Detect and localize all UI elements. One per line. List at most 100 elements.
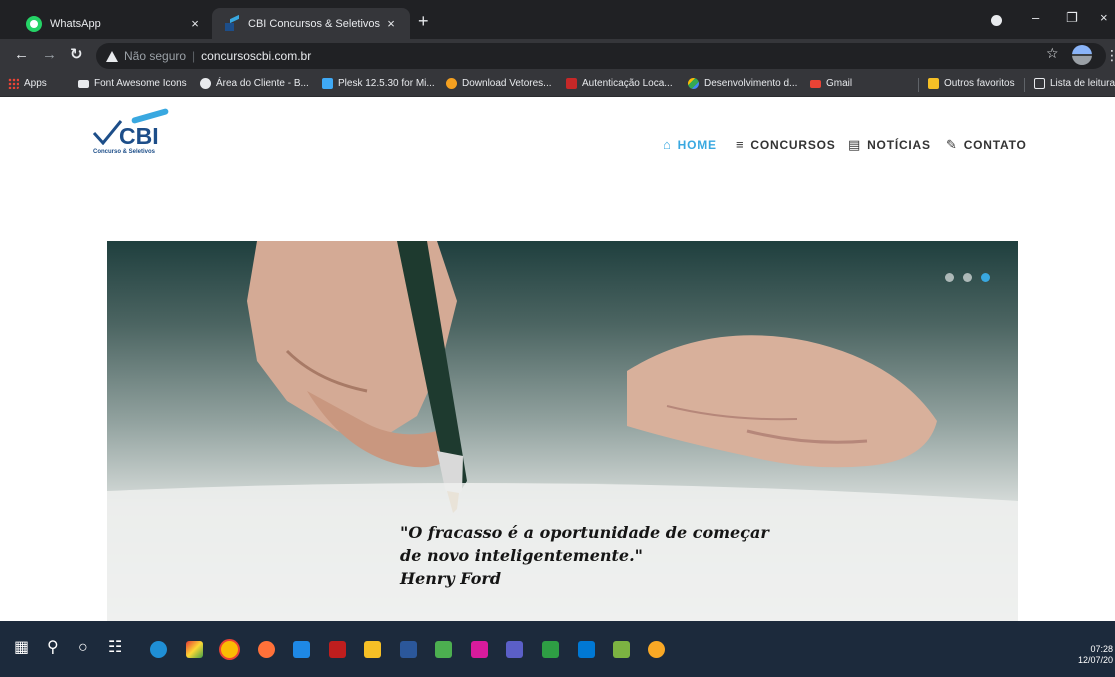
nav-label: NOTÍCIAS [867, 138, 931, 152]
filezilla-icon[interactable] [329, 641, 346, 658]
clock-time: 07:28 [1090, 644, 1113, 654]
vscode-icon[interactable] [578, 641, 595, 658]
quote-line: "O fracasso é a oportunidade de começar [400, 523, 769, 542]
firefox-icon[interactable] [258, 641, 275, 658]
paint-icon[interactable] [186, 641, 203, 658]
close-tab-icon[interactable]: × [188, 16, 202, 31]
bookmark-gmail[interactable]: Gmail [810, 78, 852, 89]
bookmark-apps[interactable]: Apps [8, 78, 47, 89]
bookmarks-bar: Apps Font Awesome Icons Área do Cliente … [0, 73, 1115, 97]
system-clock[interactable]: 07:28 12/07/20 [1078, 644, 1113, 666]
flag-icon [78, 79, 89, 88]
nav-label: CONTATO [963, 138, 1027, 152]
notepad-plus-icon[interactable] [542, 641, 559, 658]
freepik-icon [446, 78, 457, 89]
layers-icon: ≡ [736, 137, 745, 152]
close-tab-icon[interactable]: × [384, 16, 398, 31]
forward-icon[interactable]: → [42, 47, 57, 63]
bookmark-label: Plesk 12.5.30 for Mi... [338, 78, 435, 89]
new-tab-button[interactable]: + [418, 12, 429, 30]
pen-icon [130, 107, 170, 125]
bookmark-label: Autenticação Loca... [582, 78, 673, 89]
search-icon[interactable]: ⚲ [47, 639, 59, 657]
bookmark-autenticacao[interactable]: Autenticação Loca... [566, 78, 673, 89]
bookmark-outros-favoritos[interactable]: Outros favoritos [928, 78, 1015, 89]
edge-icon[interactable] [150, 641, 167, 658]
nav-contato[interactable]: ✎ CONTATO [946, 137, 1027, 153]
bookmark-lista-leitura[interactable]: Lista de leitura [1034, 78, 1115, 89]
tab-search-icon[interactable] [991, 15, 1002, 26]
bookmark-font-awesome[interactable]: Font Awesome Icons [78, 78, 187, 89]
back-icon[interactable]: ← [14, 47, 29, 63]
nav-concursos[interactable]: ≡ CONCURSOS [736, 137, 836, 152]
bookmark-label: Outros favoritos [944, 78, 1015, 89]
restore-icon[interactable]: ❐ [1066, 10, 1078, 26]
task-view-icon[interactable]: ☷ [108, 639, 122, 657]
slider-quote: "O fracasso é a oportunidade de começar … [400, 521, 820, 590]
minimize-icon[interactable]: – [1032, 10, 1039, 25]
url-text[interactable]: concursoscbi.com.br [201, 49, 311, 63]
profile-avatar[interactable] [1072, 45, 1092, 65]
editor-icon[interactable] [613, 641, 630, 658]
menu-kebab-icon[interactable]: ⋮ [1105, 47, 1115, 64]
bookmark-label: Download Vetores... [462, 78, 552, 89]
tab-title: WhatsApp [50, 17, 101, 30]
windows-start-icon[interactable]: ▦ [14, 639, 29, 657]
apps-grid-icon [8, 78, 19, 89]
bookmarks-divider [918, 78, 919, 92]
close-window-icon[interactable]: × [1100, 10, 1108, 25]
nav-label: CONCURSOS [750, 137, 836, 152]
site-logo[interactable]: CBI Concurso & Seletivos [93, 105, 183, 157]
tab-whatsapp[interactable]: WhatsApp × [14, 8, 214, 39]
bookmark-label: Desenvolvimento d... [704, 78, 798, 89]
nav-label: HOME [677, 137, 717, 152]
reload-icon[interactable]: ↻ [70, 47, 83, 63]
hero-slider[interactable]: "O fracasso é a oportunidade de começar … [107, 241, 1018, 621]
quote-line: de novo inteligentemente." [400, 546, 644, 565]
bookmark-label: Apps [24, 78, 47, 89]
slider-dot[interactable] [963, 273, 972, 282]
app-icon[interactable] [648, 641, 665, 658]
logo-tagline: Concurso & Seletivos [93, 149, 156, 155]
teams-icon[interactable] [506, 641, 523, 658]
file-explorer-icon[interactable] [364, 641, 381, 658]
tab-cbi[interactable]: CBI Concursos & Seletivos × [212, 8, 410, 39]
nav-home[interactable]: ⌂ HOME [663, 137, 717, 152]
word-icon[interactable] [400, 641, 417, 658]
nav-noticias[interactable]: ▤ NOTÍCIAS [848, 137, 931, 153]
whatsapp-icon [26, 15, 42, 32]
website-viewport: CBI Concurso & Seletivos ⌂ HOME ≡ CONCUR… [0, 97, 1115, 621]
address-bar[interactable]: Não seguro | concursoscbi.com.br [96, 43, 1106, 69]
windows-taskbar: ▦ ⚲ ○ ☷ 07:28 12/07/20 [0, 621, 1115, 677]
security-label[interactable]: Não seguro [124, 49, 186, 63]
tab-title: CBI Concursos & Seletivos [248, 17, 381, 30]
bookmark-download-vetores[interactable]: Download Vetores... [446, 78, 552, 89]
browser-toolbar: ← → ↻ Não seguro | concursoscbi.com.br ☆… [0, 39, 1115, 73]
app-icon[interactable] [471, 641, 488, 658]
slider-dot[interactable] [945, 273, 954, 282]
bookmark-area-cliente[interactable]: Área do Cliente - B... [200, 78, 309, 89]
logo-name: CBI [119, 123, 159, 149]
plesk-icon [322, 78, 333, 89]
warning-icon[interactable] [106, 50, 118, 62]
excel-icon[interactable] [435, 641, 452, 658]
cortana-icon[interactable]: ○ [78, 639, 88, 657]
bookmark-label: Área do Cliente - B... [216, 78, 309, 89]
drive-icon [688, 78, 699, 89]
bookmark-desenvolvimento[interactable]: Desenvolvimento d... [688, 78, 797, 89]
slider-pagination [945, 273, 990, 282]
edit-icon: ✎ [946, 137, 958, 152]
cbi-favicon [224, 17, 240, 31]
slider-dot-active[interactable] [981, 273, 990, 282]
reading-list-icon [1034, 78, 1045, 89]
home-icon: ⌂ [663, 137, 672, 152]
gmail-icon [810, 79, 821, 88]
browser-tab-strip: WhatsApp × CBI Concursos & Seletivos × +… [0, 0, 1115, 39]
w-icon [566, 78, 577, 89]
newspaper-icon: ▤ [848, 137, 862, 152]
folder-icon [928, 78, 939, 89]
chrome-icon[interactable] [221, 641, 238, 658]
bookmark-star-icon[interactable]: ☆ [1046, 45, 1059, 62]
mail-icon[interactable] [293, 641, 310, 658]
bookmark-plesk[interactable]: Plesk 12.5.30 for Mi... [322, 78, 435, 89]
